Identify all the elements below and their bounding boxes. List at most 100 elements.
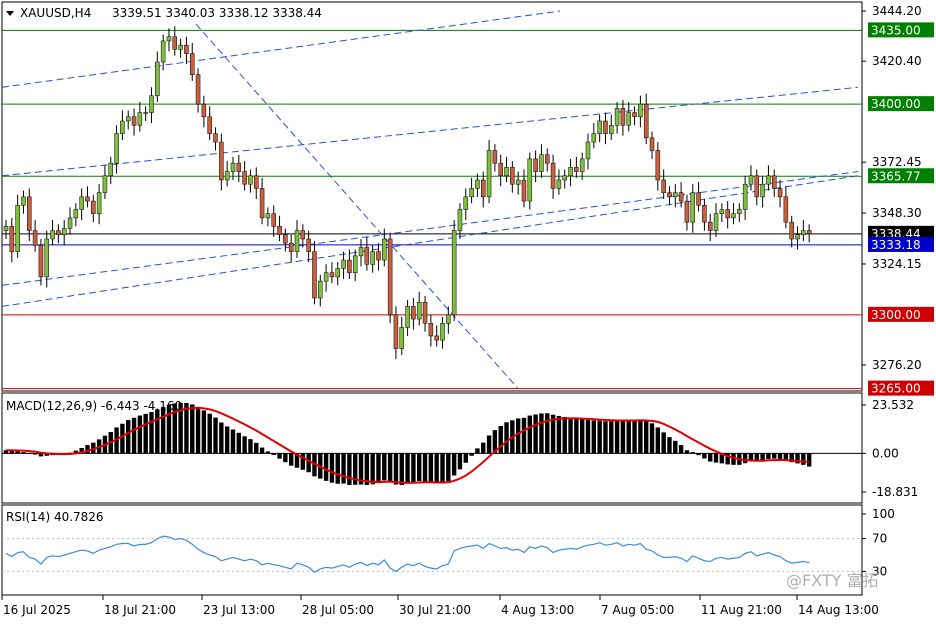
macd-histogram-bar bbox=[376, 453, 381, 484]
candle-bullish bbox=[15, 205, 20, 252]
macd-histogram-bar bbox=[446, 453, 451, 482]
macd-histogram-bar bbox=[283, 453, 288, 463]
macd-histogram-bar bbox=[137, 415, 143, 454]
macd-histogram-bar bbox=[690, 452, 695, 454]
candle-bearish bbox=[131, 116, 137, 126]
macd-histogram-bar bbox=[143, 413, 148, 454]
candle-bullish bbox=[568, 167, 573, 177]
time-tick-label: 7 Aug 05:00 bbox=[601, 603, 674, 617]
candle-bearish bbox=[271, 213, 276, 227]
candle-bullish bbox=[562, 175, 567, 181]
candle-bullish bbox=[265, 213, 271, 219]
macd-histogram-bar bbox=[620, 420, 626, 454]
candle-bullish bbox=[486, 150, 492, 198]
macd-histogram-bar bbox=[393, 453, 399, 485]
candle-bearish bbox=[480, 179, 486, 198]
macd-histogram-bar bbox=[614, 420, 620, 454]
macd-histogram-bar bbox=[184, 403, 189, 454]
candle-bullish bbox=[446, 314, 451, 324]
candle-bearish bbox=[347, 259, 352, 273]
candle-bearish bbox=[521, 179, 527, 202]
macd-histogram-bar bbox=[673, 440, 678, 454]
macd-histogram-bar bbox=[242, 436, 247, 454]
candle-bullish bbox=[125, 116, 131, 122]
macd-histogram-bar bbox=[195, 407, 201, 454]
candle-bearish bbox=[725, 209, 730, 219]
macd-histogram-bar bbox=[545, 413, 550, 454]
macd-histogram-bar bbox=[201, 410, 207, 454]
macd-histogram-bar bbox=[539, 413, 544, 454]
candle-bullish bbox=[737, 209, 742, 214]
macd-histogram-bar bbox=[801, 453, 806, 465]
candle-bearish bbox=[603, 120, 608, 134]
macd-histogram-bar bbox=[440, 453, 445, 483]
candle-bearish bbox=[777, 188, 783, 198]
candle-bullish bbox=[155, 61, 160, 96]
price-tick-label: 3276.20 bbox=[872, 358, 922, 372]
candle-bearish bbox=[684, 200, 690, 223]
candle-bearish bbox=[376, 251, 381, 261]
candle-bullish bbox=[73, 209, 79, 219]
candle-bearish bbox=[236, 162, 242, 172]
macd-histogram-bar bbox=[649, 423, 655, 454]
macd-histogram-bar bbox=[259, 447, 265, 454]
trading-chart[interactable]: 3435.003400.003365.773338.443333.183300.… bbox=[0, 0, 936, 624]
candle-bearish bbox=[283, 234, 288, 244]
candle-bearish bbox=[172, 36, 178, 50]
candle-bullish bbox=[108, 162, 114, 177]
candle-bullish bbox=[149, 95, 154, 113]
candle-bullish bbox=[44, 238, 49, 278]
candle-bearish bbox=[38, 245, 44, 278]
candle-bearish bbox=[254, 175, 259, 189]
candle-bullish bbox=[556, 179, 562, 189]
candle-bullish bbox=[102, 175, 108, 193]
candle-bearish bbox=[661, 179, 666, 193]
candle-bullish bbox=[67, 217, 73, 229]
candle-bearish bbox=[550, 162, 556, 189]
candle-bullish bbox=[114, 133, 119, 164]
macd-histogram-bar bbox=[678, 445, 684, 454]
macd-histogram-bar bbox=[481, 442, 486, 454]
candle-bullish bbox=[760, 183, 765, 198]
candle-bullish bbox=[451, 230, 457, 316]
candle-bearish bbox=[288, 242, 294, 252]
candle-bearish bbox=[56, 230, 61, 236]
candle-bullish bbox=[166, 36, 172, 42]
macd-histogram-bar bbox=[661, 432, 666, 454]
candle-bearish bbox=[277, 226, 282, 236]
macd-tick-label: 0.00 bbox=[872, 446, 899, 460]
candle-bearish bbox=[632, 112, 637, 118]
candle-bearish bbox=[655, 150, 661, 181]
macd-histogram-bar bbox=[190, 404, 195, 454]
macd-histogram-bar bbox=[527, 415, 532, 454]
macd-histogram-bar bbox=[126, 420, 131, 454]
price-tick-label: 3324.15 bbox=[872, 257, 922, 271]
candle-bullish bbox=[79, 196, 84, 210]
rsi-tick-label: 100 bbox=[872, 507, 895, 521]
macd-tick-label: 23.532 bbox=[872, 398, 914, 412]
macd-histogram-bar bbox=[521, 417, 527, 454]
ohlc-readout: 3339.51 3340.03 3338.12 3338.44 bbox=[112, 6, 322, 20]
candle-bearish bbox=[754, 175, 760, 198]
macd-histogram-bar bbox=[457, 453, 463, 470]
macd-histogram-bar bbox=[120, 423, 125, 454]
time-tick-label: 14 Aug 13:00 bbox=[798, 603, 879, 617]
candle-bearish bbox=[678, 192, 684, 202]
candle-bearish bbox=[771, 175, 777, 189]
candle-bullish bbox=[96, 192, 102, 214]
macd-histogram-bar bbox=[696, 453, 701, 456]
macd-histogram-bar bbox=[230, 429, 236, 454]
candle-bullish bbox=[137, 112, 143, 126]
candle-bullish bbox=[341, 259, 346, 269]
macd-histogram-bar bbox=[149, 412, 154, 454]
macd-histogram-bar bbox=[213, 417, 218, 454]
macd-histogram-bar bbox=[597, 420, 602, 454]
macd-histogram-bar bbox=[574, 418, 579, 454]
macd-histogram-bar bbox=[399, 453, 404, 485]
macd-histogram-bar bbox=[335, 453, 340, 484]
macd-histogram-bar bbox=[655, 427, 661, 454]
candle-bullish bbox=[21, 196, 26, 206]
candle-bearish bbox=[207, 116, 212, 134]
candle-bullish bbox=[504, 167, 509, 177]
candle-bullish bbox=[370, 251, 375, 265]
